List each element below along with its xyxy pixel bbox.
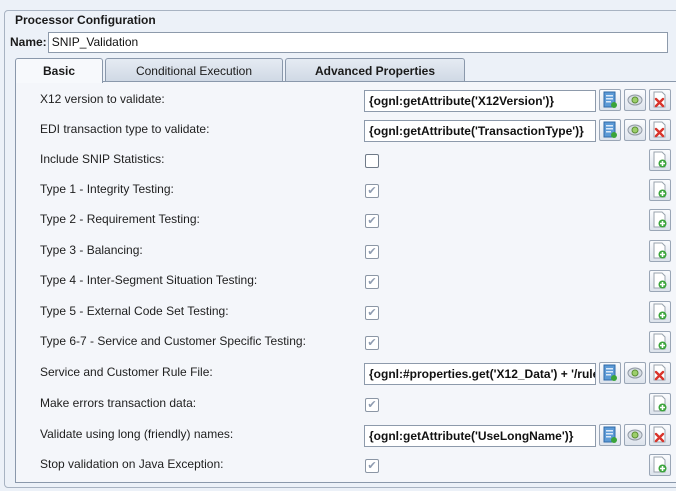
add-expression-button[interactable]	[649, 301, 671, 323]
add-expression-icon	[653, 272, 667, 289]
add-expression-button[interactable]	[649, 393, 671, 415]
edit-expression-button[interactable]	[599, 362, 621, 384]
expression-field[interactable]: {ognl:getAttribute('TransactionType')}	[364, 120, 596, 142]
delete-expression-icon	[653, 426, 666, 443]
expression-field[interactable]: {ognl:getAttribute('X12Version')}	[364, 90, 596, 112]
property-row: Type 6-7 - Service and Customer Specific…	[16, 328, 676, 356]
add-expression-button[interactable]	[649, 240, 671, 262]
property-checkbox[interactable]	[365, 154, 379, 168]
delete-expression-icon	[653, 121, 666, 138]
property-label: Validate using long (friendly) names:	[40, 427, 234, 441]
tab-conditional-execution[interactable]: Conditional Execution	[105, 58, 283, 82]
toggle-expression-icon	[627, 94, 643, 106]
expression-editor-icon	[603, 426, 617, 443]
section-title: Processor Configuration	[13, 13, 158, 27]
property-label: Type 4 - Inter-Segment Situation Testing…	[40, 273, 258, 287]
property-label: Type 5 - External Code Set Testing:	[40, 304, 229, 318]
property-row: Type 4 - Inter-Segment Situation Testing…	[16, 267, 676, 295]
add-expression-icon	[653, 151, 667, 168]
toggle-expression-icon	[627, 124, 643, 136]
property-row: Validate using long (friendly) names: {og…	[16, 421, 676, 449]
tab-advanced-properties[interactable]: Advanced Properties	[285, 58, 465, 82]
property-checkbox[interactable]: ✔	[365, 245, 379, 259]
add-expression-icon	[653, 333, 667, 350]
property-label: Stop validation on Java Exception:	[40, 457, 224, 471]
name-row: Name:	[10, 31, 668, 53]
add-expression-icon	[653, 303, 667, 320]
property-row: Stop validation on Java Exception: ✔	[16, 451, 676, 479]
delete-expression-button[interactable]	[649, 424, 671, 446]
property-row: X12 version to validate: {ognl:getAttribu…	[16, 86, 676, 114]
expression-editor-icon	[603, 91, 617, 108]
property-label: Type 1 - Integrity Testing:	[40, 182, 174, 196]
delete-expression-icon	[653, 364, 666, 381]
property-label: Type 2 - Requirement Testing:	[40, 212, 200, 226]
toggle-expression-button[interactable]	[624, 362, 646, 384]
tab-basic[interactable]: Basic	[15, 58, 103, 83]
add-expression-icon	[653, 211, 667, 228]
property-row: Type 1 - Integrity Testing: ✔	[16, 176, 676, 204]
property-label: Type 6-7 - Service and Customer Specific…	[40, 334, 306, 348]
add-expression-icon	[653, 395, 667, 412]
delete-expression-icon	[653, 91, 666, 108]
delete-expression-button[interactable]	[649, 362, 671, 384]
property-checkbox[interactable]: ✔	[365, 306, 379, 320]
property-checkbox[interactable]: ✔	[365, 214, 379, 228]
toggle-expression-button[interactable]	[624, 89, 646, 111]
add-expression-icon	[653, 456, 667, 473]
property-label: Make errors transaction data:	[40, 396, 197, 410]
name-input[interactable]	[47, 31, 668, 53]
toggle-expression-icon	[627, 367, 643, 379]
property-row: EDI transaction type to validate: {ognl:g…	[16, 116, 676, 144]
toggle-expression-icon	[627, 429, 643, 441]
add-expression-button[interactable]	[649, 149, 671, 171]
property-label: Service and Customer Rule File:	[40, 365, 213, 379]
property-label: EDI transaction type to validate:	[40, 122, 210, 136]
expression-field[interactable]: {ognl:#properties.get('X12_Data') + '/ru…	[364, 363, 596, 385]
property-label: X12 version to validate:	[40, 92, 165, 106]
toggle-expression-button[interactable]	[624, 119, 646, 141]
toggle-expression-button[interactable]	[624, 424, 646, 446]
property-row: Make errors transaction data: ✔	[16, 390, 676, 418]
add-expression-button[interactable]	[649, 209, 671, 231]
add-expression-button[interactable]	[649, 270, 671, 292]
expression-field[interactable]: {ognl:getAttribute('UseLongName')}	[364, 425, 596, 447]
add-expression-icon	[653, 181, 667, 198]
property-checkbox[interactable]: ✔	[365, 275, 379, 289]
delete-expression-button[interactable]	[649, 89, 671, 111]
delete-expression-button[interactable]	[649, 119, 671, 141]
property-row: Type 3 - Balancing: ✔	[16, 237, 676, 265]
add-expression-button[interactable]	[649, 331, 671, 353]
property-row: Type 2 - Requirement Testing: ✔	[16, 206, 676, 234]
edit-expression-button[interactable]	[599, 89, 621, 111]
property-label: Type 3 - Balancing:	[40, 243, 143, 257]
name-label: Name:	[10, 35, 47, 49]
add-expression-button[interactable]	[649, 179, 671, 201]
add-expression-button[interactable]	[649, 454, 671, 476]
property-row: Type 5 - External Code Set Testing: ✔	[16, 298, 676, 326]
add-expression-icon	[653, 242, 667, 259]
expression-editor-icon	[603, 364, 617, 381]
property-checkbox[interactable]: ✔	[365, 184, 379, 198]
property-checkbox[interactable]: ✔	[365, 459, 379, 473]
property-label: Include SNIP Statistics:	[40, 152, 165, 166]
property-row: Include SNIP Statistics:	[16, 146, 676, 174]
property-checkbox[interactable]: ✔	[365, 398, 379, 412]
property-checkbox[interactable]: ✔	[365, 336, 379, 350]
expression-editor-icon	[603, 121, 617, 138]
edit-expression-button[interactable]	[599, 424, 621, 446]
basic-tab-panel: X12 version to validate: {ognl:getAttribu…	[15, 81, 676, 483]
property-row: Service and Customer Rule File: {ognl:#pr…	[16, 359, 676, 387]
edit-expression-button[interactable]	[599, 119, 621, 141]
